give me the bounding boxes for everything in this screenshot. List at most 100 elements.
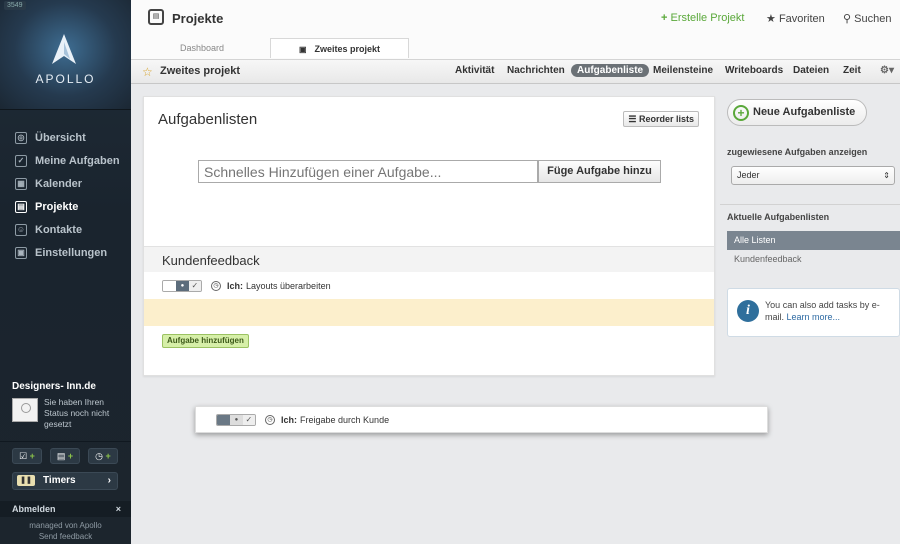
sidebar-item-label: Kalender [35,177,83,190]
tab-label: Zweites projekt [314,44,381,54]
avatar[interactable] [12,398,38,422]
task-toggle[interactable]: ● ✓ [216,414,256,426]
sidebar-item-uebersicht[interactable]: ◎ Übersicht [0,126,131,149]
star-icon: ★ [766,13,776,25]
timers-label: Timers [43,475,76,486]
apollo-logo-icon [52,34,76,64]
timers-button[interactable]: ❚❚ Timers › [12,472,118,490]
sidebar-nav: ◎ Übersicht ✓ Meine Aufgaben ▦ Kalender ▤ Pr… [0,126,131,264]
add-task-button[interactable]: Aufgabe hinzufügen [162,334,249,348]
sidebar-item-label: Kontakte [35,223,83,236]
checkbox-icon: ✓ [15,154,27,167]
clock-icon[interactable]: ◷ [211,281,221,291]
list-item-kundenfeedback[interactable]: Kundenfeedback [734,254,802,264]
sidebar-footer: managed von Apollo Send feedback [0,520,131,542]
quick-add-button[interactable]: Füge Aufgabe hinzu [538,160,661,183]
task-row[interactable]: ● ✓ ◷ Ich: Freigabe durch Kunde [216,414,389,426]
dragged-task[interactable]: ● ✓ ◷ Ich: Freigabe durch Kunde [195,406,768,433]
subnav-aktivitaet[interactable]: Aktivität [455,65,494,76]
create-project-link[interactable]: + Erstelle Projekt [661,12,744,24]
sidebar-item-meine-aufgaben[interactable]: ✓ Meine Aufgaben [0,149,131,172]
subnav-writeboards[interactable]: Writeboards [725,65,783,76]
search-icon: ⚲ [843,13,852,25]
projects-icon: ▤ [148,9,164,25]
list-icon: ▤ [56,451,66,461]
reorder-label: Reorder lists [638,114,694,124]
search-link[interactable]: ⚲ Suchen [843,12,891,25]
dot-icon: ● [230,415,243,425]
task-text: Layouts überarbeiten [246,281,331,291]
task-toggle[interactable]: ● ✓ [162,280,202,292]
email-tasks-info: i You can also add tasks by e-mail. Lear… [727,288,900,337]
favorites-link[interactable]: ★ Favoriten [766,12,825,25]
clock-icon[interactable]: ◷ [265,415,275,425]
pause-icon: ❚❚ [17,474,35,486]
sidebar-item-label: Meine Aufgaben [35,154,120,167]
checkbox-icon: ☑ [19,451,28,461]
favorites-label: Favoriten [778,13,825,25]
reorder-lists-button[interactable]: ☰ Reorder lists [623,111,699,127]
plus-icon: + [105,451,111,461]
task-owner: Ich: [281,415,298,425]
settings-icon: ▣ [15,246,27,259]
sidebar: 3549 APOLLO ◎ Übersicht ✓ Meine Aufgaben ▦… [0,0,131,544]
clock-icon: ◷ [95,451,104,461]
projects-icon: ▤ [15,200,27,213]
chevron-right-icon: › [107,475,111,486]
close-icon[interactable]: × [116,501,121,517]
subnav-meilensteine[interactable]: Meilensteine [653,65,713,76]
status-text[interactable]: Sie haben Ihren Status noch nicht gesetz… [44,397,124,430]
sidebar-item-label: Übersicht [35,131,86,144]
plus-icon: + [67,451,74,461]
quick-add-buttons: ☑ + ▤ + ◷ + [0,441,131,468]
plus-icon: + [29,451,35,461]
task-owner: Ich: [227,281,244,291]
check-icon: ✓ [188,281,201,291]
task-row[interactable]: ● ✓ ◷ Ich: Layouts überarbeiten [162,280,331,292]
managed-by-text: managed von Apollo [29,521,102,530]
project-name: Zweites projekt [160,65,241,77]
list-item-alle-listen[interactable]: Alle Listen [727,231,900,250]
project-subnav: ☆ Zweites projekt Aktivität Nachrichten … [131,59,900,84]
sidebar-item-projekte[interactable]: ▤ Projekte [0,195,131,218]
search-label: Suchen [854,13,892,25]
list-title[interactable]: Kundenfeedback [144,246,714,272]
calendar-icon: ▦ [15,177,27,190]
quick-add-input[interactable] [198,160,538,183]
create-project-label: Erstelle Projekt [670,12,745,24]
drop-placeholder [144,299,714,326]
add-list-button[interactable]: ▤ + [50,448,80,464]
assigned-filter-label: zugewiesene Aufgaben anzeigen [727,147,868,157]
subnav-zeit[interactable]: Zeit [843,65,861,76]
new-list-label: Neue Aufgabenliste [753,106,856,118]
task-text: Freigabe durch Kunde [300,415,390,425]
divider [720,204,900,205]
current-lists-label: Aktuelle Aufgabenlisten [727,212,830,222]
learn-more-link[interactable]: Learn more... [787,312,841,322]
task-lists-panel: Aufgabenlisten ☰ Reorder lists Füge Aufg… [143,96,715,376]
sidebar-item-kalender[interactable]: ▦ Kalender [0,172,131,195]
gear-icon[interactable]: ⚙▾ [880,65,894,76]
contacts-icon: ☺ [15,223,27,236]
subnav-aufgabenliste[interactable]: Aufgabenliste [571,64,650,77]
tab-zweites-projekt[interactable]: ▣ Zweites projekt [270,38,409,58]
tab-dashboard[interactable]: Dashboard [149,38,255,58]
check-icon: ✓ [242,415,255,425]
add-task-button[interactable]: ☑ + [12,448,42,464]
eye-icon: ◎ [15,131,27,144]
add-time-button[interactable]: ◷ + [88,448,118,464]
send-feedback-link[interactable]: Send feedback [0,531,131,542]
subnav-dateien[interactable]: Dateien [793,65,829,76]
panel-title: Aufgabenlisten [158,111,258,128]
logout-bar[interactable]: Abmelden × [0,501,131,517]
sidebar-item-einstellungen[interactable]: ▣ Einstellungen [0,241,131,264]
select-value: Jeder [737,170,760,180]
sidebar-item-kontakte[interactable]: ☺ Kontakte [0,218,131,241]
new-task-list-button[interactable]: + Neue Aufgabenliste [727,99,867,126]
dot-icon: ● [176,281,189,291]
info-icon: i [737,300,759,322]
sidebar-logo-area: 3549 APOLLO [0,0,131,110]
subnav-nachrichten[interactable]: Nachrichten [507,65,565,76]
star-icon[interactable]: ☆ [142,65,153,79]
assigned-filter-select[interactable]: Jeder ⇕ [731,166,895,185]
